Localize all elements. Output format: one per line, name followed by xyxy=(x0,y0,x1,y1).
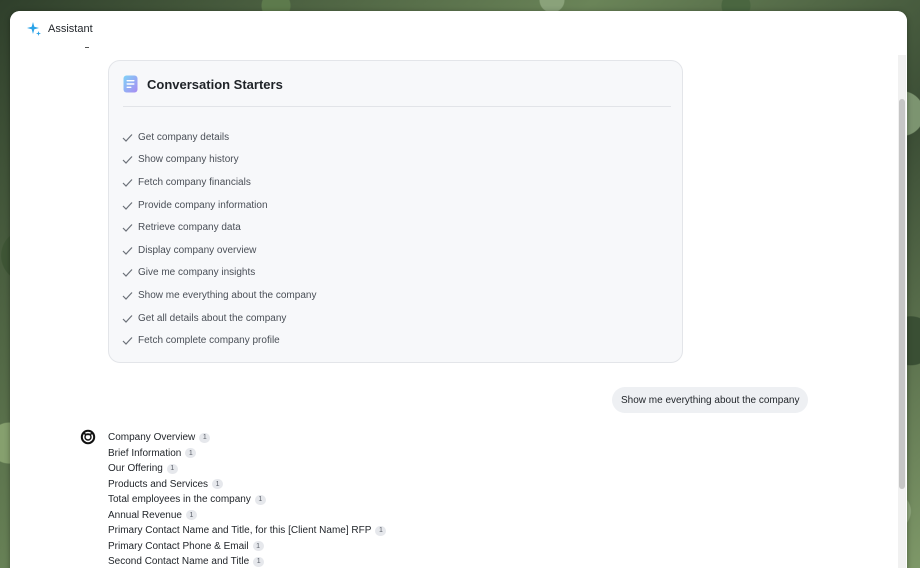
conversation-starters-card: Conversation Starters Get company detail… xyxy=(108,60,683,363)
citation-badge[interactable]: 1 xyxy=(166,463,178,474)
starter-item[interactable]: Display company overview xyxy=(121,239,316,262)
starter-item[interactable]: Fetch complete company profile xyxy=(121,329,316,352)
answer-item: Primary Contact Phone & Email 1 xyxy=(108,539,386,555)
starter-item[interactable]: Retrieve company data xyxy=(121,216,316,239)
check-icon xyxy=(122,133,133,142)
starter-label: Get all details about the company xyxy=(138,312,287,324)
answer-text: Primary Contact Phone & Email xyxy=(108,540,249,552)
title-bar: Assistant xyxy=(10,11,907,47)
answer-item: Brief Information 1 xyxy=(108,446,386,462)
answer-item: Total employees in the company 1 xyxy=(108,492,386,508)
starter-label: Give me company insights xyxy=(138,267,256,279)
starter-item[interactable]: Show me everything about the company xyxy=(121,284,316,307)
answer-text: Company Overview xyxy=(108,432,196,444)
citation-badge[interactable]: 1 xyxy=(375,525,387,536)
scrollbar[interactable] xyxy=(898,55,906,568)
assistant-avatar-icon xyxy=(80,429,96,445)
check-icon xyxy=(122,292,133,300)
citation-badge[interactable]: 1 xyxy=(254,494,266,505)
starter-item[interactable]: Fetch company financials xyxy=(121,171,316,194)
scrollbar-thumb[interactable] xyxy=(899,99,905,489)
starter-item[interactable]: Get all details about the company xyxy=(121,307,316,330)
starter-item[interactable]: Get company details xyxy=(121,126,316,149)
assistant-answer-list: Company Overview 1 Brief Information 1 O… xyxy=(108,430,387,568)
starter-label: Get company details xyxy=(138,131,230,143)
answer-item: Company Overview 1 xyxy=(108,430,386,446)
sparkle-icon xyxy=(27,22,41,36)
check-icon xyxy=(122,224,133,233)
check-icon xyxy=(122,179,133,187)
answer-item: Annual Revenue 1 xyxy=(108,508,386,524)
starter-item[interactable]: Give me company insights xyxy=(121,262,316,285)
divider xyxy=(85,47,89,48)
starter-label: Show company history xyxy=(138,154,239,166)
check-icon xyxy=(122,337,133,346)
window-title: Assistant xyxy=(48,23,93,35)
check-icon xyxy=(122,156,133,165)
starters-divider xyxy=(123,106,671,107)
check-icon xyxy=(122,201,133,210)
citation-badge[interactable]: 1 xyxy=(252,541,264,552)
user-message-text: Show me everything about the company xyxy=(621,394,800,406)
check-icon xyxy=(122,314,133,323)
assistant-window: Assistant Conversation Starters Get comp… xyxy=(10,11,907,568)
citation-badge[interactable]: 1 xyxy=(185,510,197,521)
starter-label: Display company overview xyxy=(138,244,257,256)
starter-list: Get company details Show company history… xyxy=(121,126,316,352)
citation-badge[interactable]: 1 xyxy=(199,432,211,443)
starter-label: Fetch company financials xyxy=(138,176,251,188)
citation-badge[interactable]: 1 xyxy=(212,479,224,490)
citation-badge[interactable]: 1 xyxy=(185,448,197,459)
starter-label: Fetch complete company profile xyxy=(138,335,280,347)
answer-text: Annual Revenue xyxy=(108,509,182,521)
starter-item[interactable]: Show company history xyxy=(121,149,316,172)
answer-text: Brief Information xyxy=(108,447,182,459)
answer-text: Primary Contact Name and Title, for this… xyxy=(108,525,372,537)
user-message-bubble: Show me everything about the company xyxy=(612,387,809,413)
answer-text: Products and Services xyxy=(108,478,209,490)
check-icon xyxy=(122,246,133,255)
answer-text: Our Offering xyxy=(108,463,163,475)
starter-item[interactable]: Provide company information xyxy=(121,194,316,217)
answer-item: Second Contact Name and Title 1 xyxy=(108,554,386,568)
answer-item: Products and Services 1 xyxy=(108,477,386,493)
starters-header: Conversation Starters xyxy=(123,75,283,93)
starter-label: Provide company information xyxy=(138,199,268,211)
document-icon xyxy=(123,75,138,93)
answer-text: Second Contact Name and Title xyxy=(108,556,250,568)
answer-item: Primary Contact Name and Title, for this… xyxy=(108,523,387,539)
starter-label: Retrieve company data xyxy=(138,222,241,234)
answer-text: Total employees in the company xyxy=(108,494,251,506)
starters-title: Conversation Starters xyxy=(147,76,283,92)
check-icon xyxy=(122,269,133,278)
answer-item: Our Offering 1 xyxy=(108,461,386,477)
starter-label: Show me everything about the company xyxy=(138,289,317,301)
citation-badge[interactable]: 1 xyxy=(253,556,265,567)
